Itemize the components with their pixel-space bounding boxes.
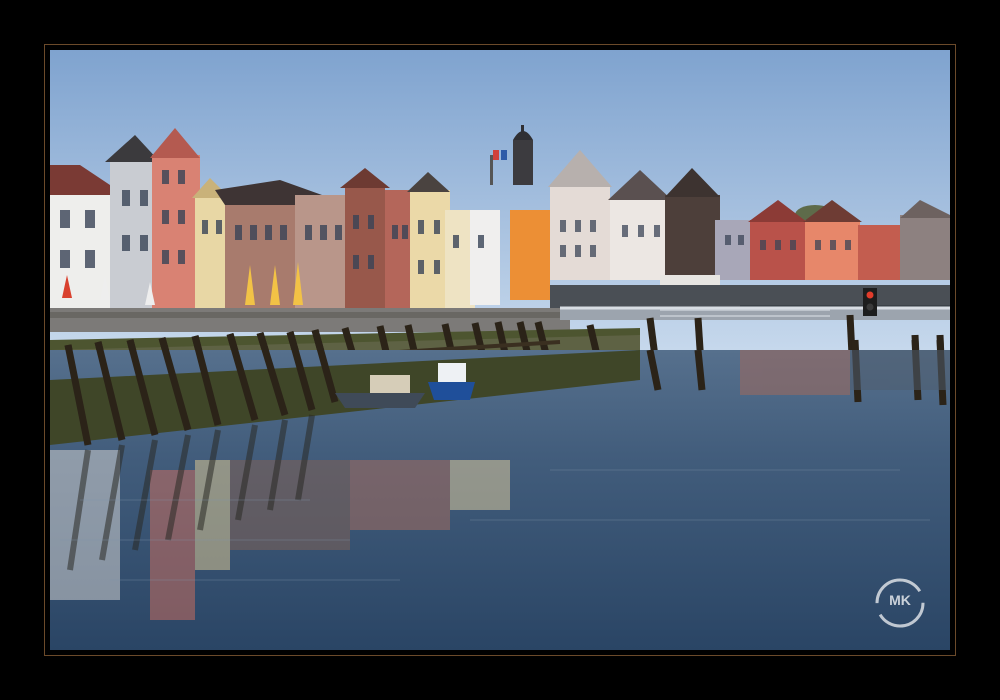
traffic-light-icon — [863, 288, 877, 316]
footbridge — [560, 306, 950, 320]
promenade — [50, 308, 570, 332]
watermark-logo: MK — [873, 576, 927, 630]
watermark-text: MK — [889, 592, 911, 608]
harbour-photo — [50, 50, 950, 650]
